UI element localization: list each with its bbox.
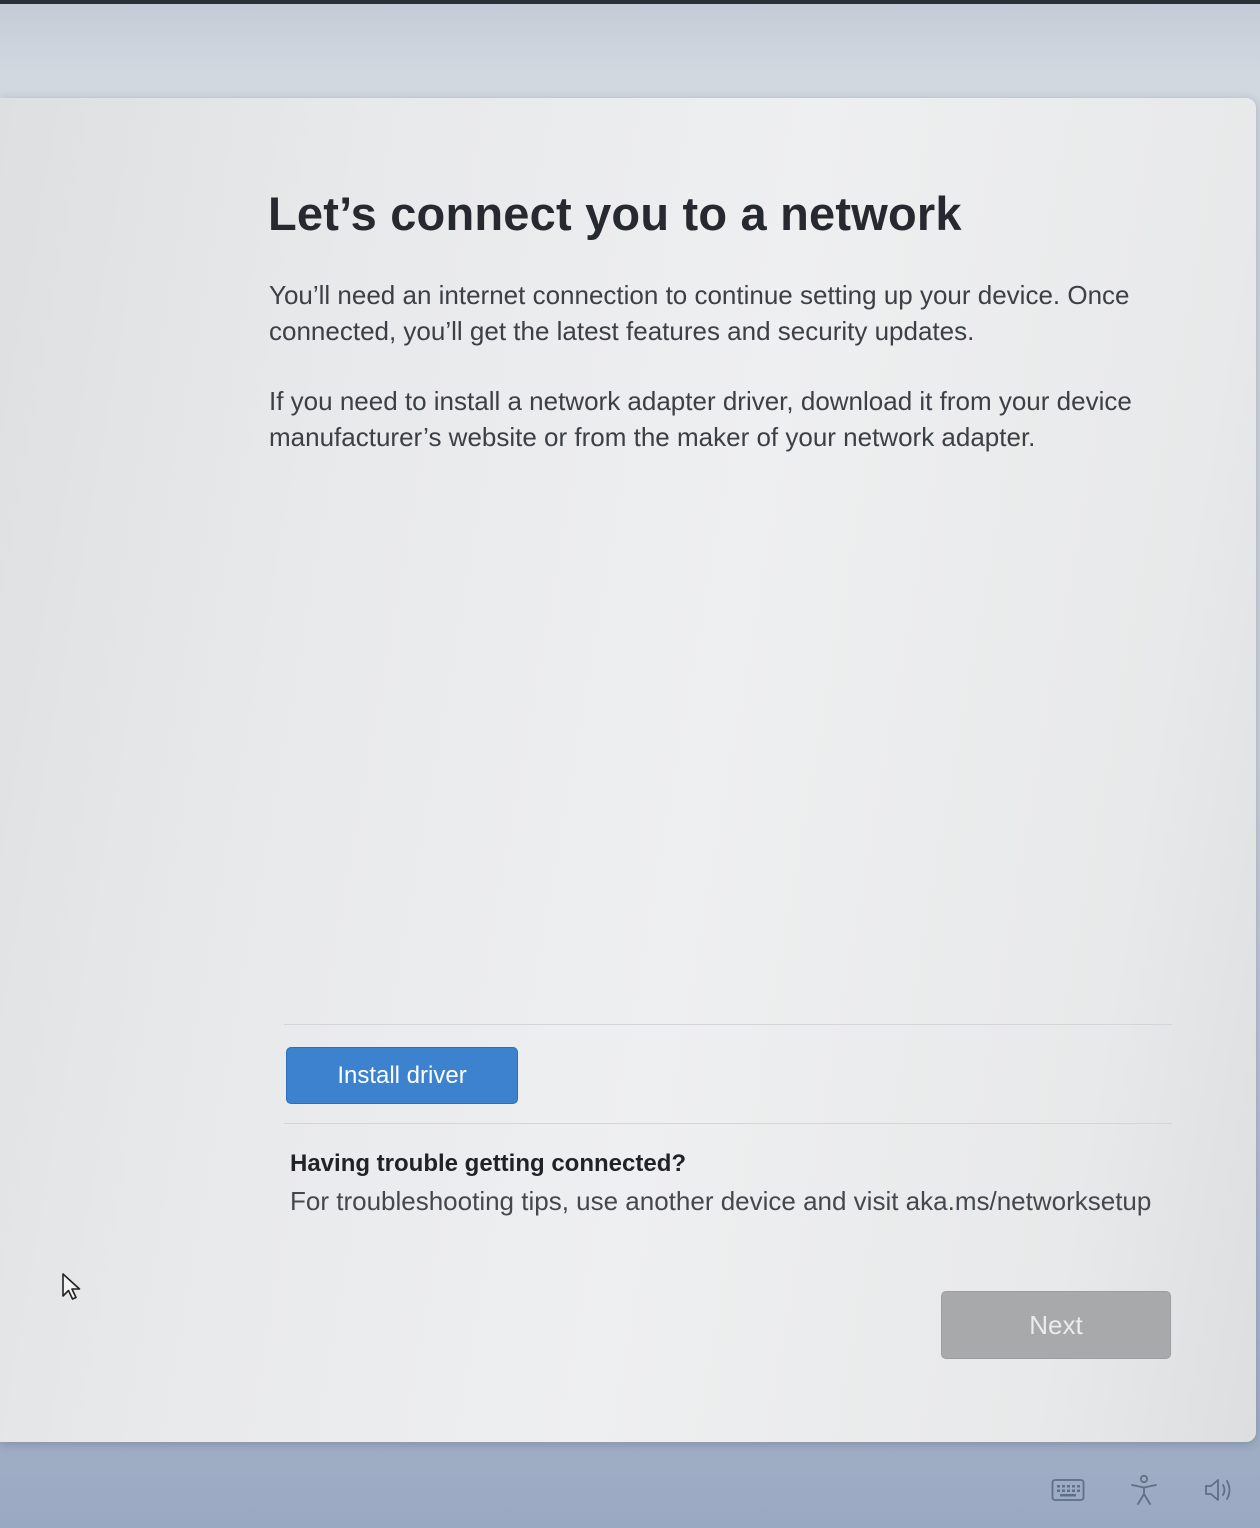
divider: [284, 1024, 1172, 1025]
intro-paragraph: You’ll need an internet connection to co…: [269, 280, 1130, 346]
trouble-tips-text: For troubleshooting tips, use another de…: [290, 1186, 1152, 1216]
screen-top-edge: [0, 0, 1260, 4]
page-title: Let’s connect you to a network: [268, 187, 962, 240]
keyboard-icon[interactable]: [1048, 1470, 1088, 1510]
trouble-heading: Having trouble getting connected?: [290, 1150, 687, 1177]
accessibility-icon[interactable]: [1124, 1470, 1164, 1510]
mouse-cursor-icon: [62, 1273, 81, 1300]
divider: [284, 1123, 1172, 1124]
driver-info-paragraph: If you need to install a network adapter…: [269, 386, 1132, 452]
next-button[interactable]: Next: [941, 1291, 1171, 1359]
taskbar-tray: [1048, 1470, 1240, 1510]
volume-icon[interactable]: [1200, 1470, 1240, 1510]
install-driver-button[interactable]: Install driver: [286, 1047, 518, 1104]
